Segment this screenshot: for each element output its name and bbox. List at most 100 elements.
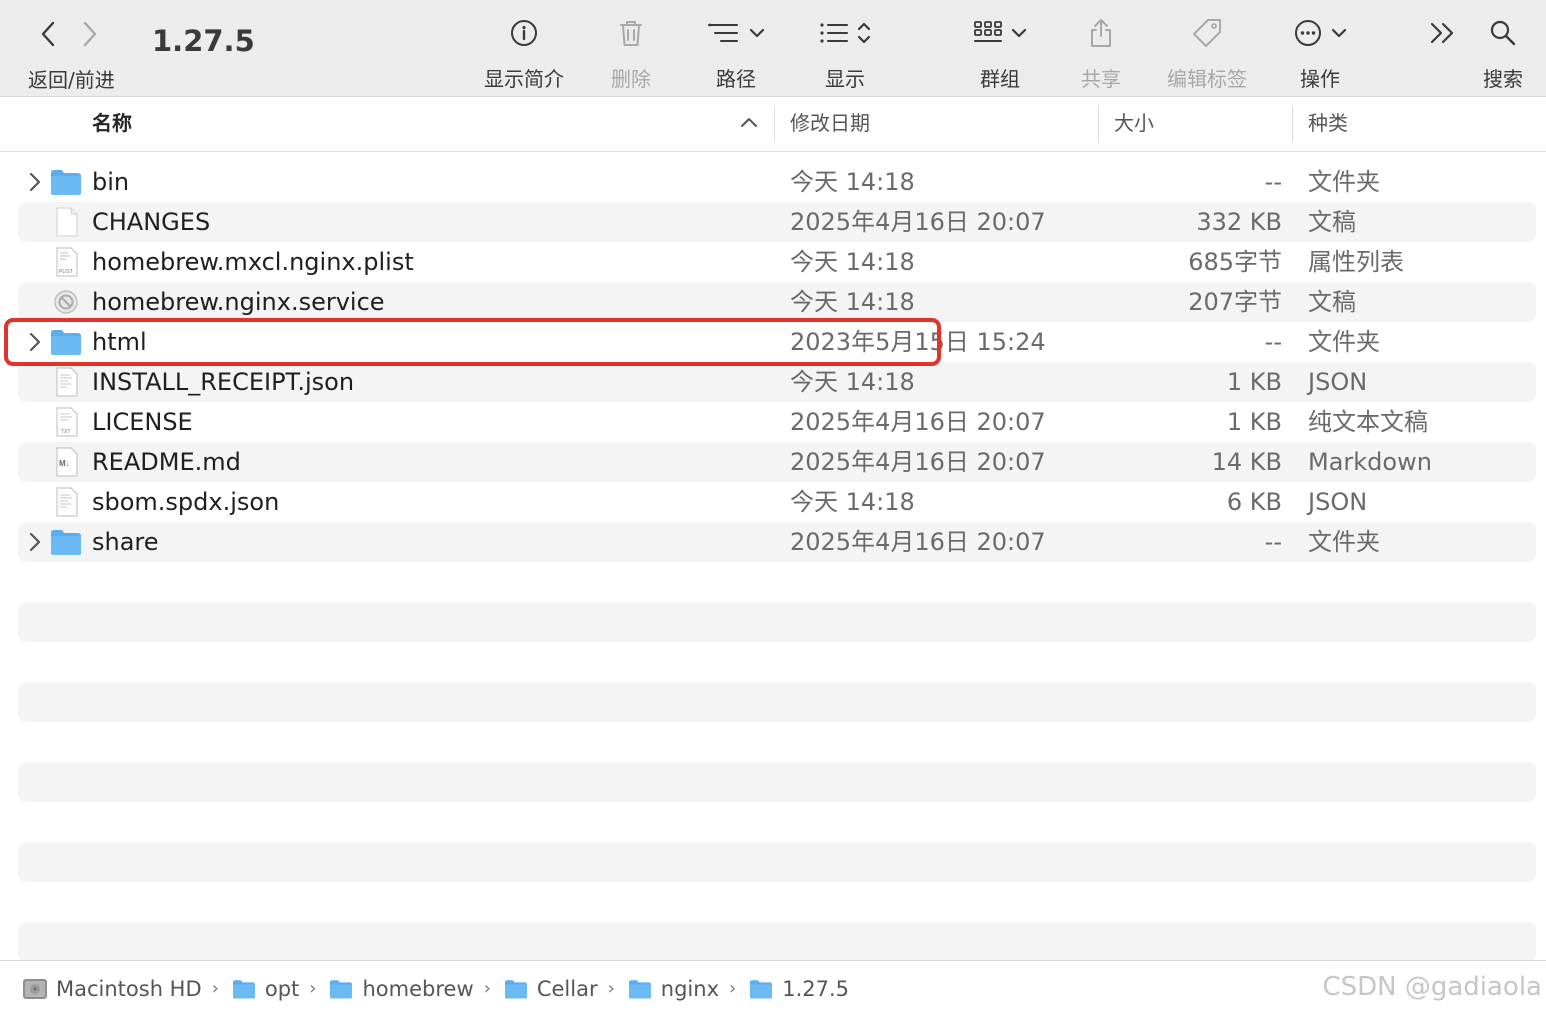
file-date: 今天 14:18: [790, 288, 915, 316]
file-name: share: [92, 528, 159, 556]
path-item-macintosh-hd[interactable]: Macintosh HD: [22, 977, 202, 1001]
file-row[interactable]: bin 今天 14:18 -- 文件夹: [18, 162, 1536, 202]
file-row[interactable]: PLIST homebrew.mxcl.nginx.plist 今天 14:18…: [18, 242, 1536, 282]
file-date: 2025年4月16日 20:07: [790, 448, 1046, 476]
path-item-homebrew[interactable]: homebrew: [328, 976, 474, 1001]
folder-icon: [504, 979, 527, 999]
sort-ascending-icon: [741, 118, 757, 127]
file-row[interactable]: CHANGES 2025年4月16日 20:07 332 KB 文稿: [18, 202, 1536, 242]
edit-tags-label: 编辑标签: [1167, 67, 1247, 91]
file-size: --: [1264, 328, 1282, 356]
file-size: 14 KB: [1211, 448, 1282, 476]
view-button[interactable]: 显示: [814, 12, 876, 92]
disclosure-triangle-icon[interactable]: [28, 171, 42, 193]
json-file-icon: [56, 487, 78, 517]
file-name: html: [92, 328, 147, 356]
window-title: 1.27.5: [152, 24, 255, 58]
document-icon: [56, 207, 78, 237]
get-info-button[interactable]: 显示简介: [480, 12, 568, 92]
column-divider[interactable]: [774, 106, 775, 142]
share-button[interactable]: 共享: [1076, 12, 1126, 92]
file-date: 今天 14:18: [790, 488, 915, 516]
file-date: 2025年4月16日 20:07: [790, 208, 1046, 236]
file-kind: JSON: [1308, 368, 1368, 396]
path-item-label: Macintosh HD: [56, 976, 202, 1001]
file-name: CHANGES: [92, 208, 211, 236]
delete-button[interactable]: 删除: [606, 12, 656, 92]
file-date: 2023年5月15日 15:24: [790, 328, 1046, 356]
path-label: 路径: [716, 67, 756, 91]
folder-icon: [232, 979, 255, 999]
file-date: 今天 14:18: [790, 368, 915, 396]
file-kind: 文稿: [1308, 288, 1356, 316]
svg-text:M↓: M↓: [59, 459, 70, 468]
toolbar-overflow-button[interactable]: [1428, 12, 1458, 54]
empty-row: [18, 922, 1536, 962]
file-size: 332 KB: [1196, 208, 1282, 236]
folder-icon: [628, 979, 651, 999]
file-name: LICENSE: [92, 408, 193, 436]
share-icon: [1091, 19, 1111, 47]
column-divider[interactable]: [1098, 106, 1099, 142]
path-button[interactable]: 路径: [704, 12, 768, 92]
file-kind: Markdown: [1308, 448, 1432, 476]
path-item-label: homebrew: [362, 976, 474, 1001]
empty-row: [18, 682, 1536, 722]
column-divider[interactable]: [1292, 106, 1293, 142]
file-row[interactable]: html 2023年5月15日 15:24 -- 文件夹: [18, 322, 1536, 362]
trash-icon: [620, 21, 642, 46]
path-item-cellar[interactable]: Cellar: [503, 977, 598, 1001]
file-name: bin: [92, 168, 130, 196]
file-row[interactable]: M↓ README.md 2025年4月16日 20:07 14 KB Mark…: [18, 442, 1536, 482]
path-item-1-27-5[interactable]: 1.27.5: [748, 977, 849, 1001]
column-date[interactable]: 修改日期: [790, 98, 870, 152]
action-button[interactable]: 操作: [1290, 12, 1350, 92]
disclosure-triangle-icon[interactable]: [28, 531, 42, 553]
file-kind: 文稿: [1308, 208, 1356, 236]
action-icon: [1295, 20, 1321, 46]
file-row[interactable]: homebrew.nginx.service 今天 14:18 207字节 文稿: [18, 282, 1536, 322]
get-info-label: 显示简介: [484, 67, 564, 91]
share-label: 共享: [1081, 67, 1121, 91]
file-name: INSTALL_RECEIPT.json: [92, 368, 355, 396]
file-size: 207字节: [1188, 288, 1282, 316]
hard-drive-icon: [23, 978, 47, 999]
file-kind: 文件夹: [1308, 528, 1380, 556]
file-kind: 属性列表: [1308, 248, 1404, 276]
file-size: 6 KB: [1226, 488, 1282, 516]
path-item-nginx[interactable]: nginx: [627, 977, 719, 1001]
disclosure-triangle-icon[interactable]: [28, 331, 42, 353]
nav-group: 返回/前进: [26, 14, 136, 92]
column-name[interactable]: 名称: [92, 98, 132, 152]
delete-label: 删除: [611, 67, 651, 91]
empty-row: [18, 842, 1536, 882]
chevron-right-icon: ›: [729, 978, 737, 999]
file-date: 今天 14:18: [790, 168, 915, 196]
chevron-left-icon: [41, 21, 55, 47]
file-name: sbom.spdx.json: [92, 488, 280, 516]
chevron-right-icon: ›: [483, 978, 491, 999]
action-label: 操作: [1300, 67, 1340, 91]
file-kind: 文件夹: [1308, 328, 1380, 356]
file-row[interactable]: INSTALL_RECEIPT.json 今天 14:18 1 KB JSON: [18, 362, 1536, 402]
tag-icon: [1193, 19, 1221, 47]
group-button[interactable]: 群组: [968, 12, 1032, 92]
edit-tags-button[interactable]: 编辑标签: [1162, 12, 1252, 92]
file-size: 1 KB: [1226, 368, 1282, 396]
column-size[interactable]: 大小: [1114, 98, 1154, 152]
column-kind[interactable]: 种类: [1308, 98, 1348, 152]
forward-button[interactable]: [82, 21, 98, 47]
path-item-label: Cellar: [536, 976, 598, 1001]
file-date: 今天 14:18: [790, 248, 915, 276]
file-size: 1 KB: [1226, 408, 1282, 436]
folder-icon: [51, 170, 81, 195]
file-row[interactable]: share 2025年4月16日 20:07 -- 文件夹: [18, 522, 1536, 562]
double-chevron-right-icon: [1430, 22, 1454, 44]
path-item-opt[interactable]: opt: [231, 977, 299, 1001]
file-row[interactable]: TXT LICENSE 2025年4月16日 20:07 1 KB 纯文本文稿: [18, 402, 1536, 442]
file-row[interactable]: sbom.spdx.json 今天 14:18 6 KB JSON: [18, 482, 1536, 522]
back-button[interactable]: [40, 21, 56, 47]
search-button[interactable]: 搜索: [1480, 12, 1526, 92]
folder-icon: [750, 979, 773, 999]
folder-icon: [330, 979, 353, 999]
